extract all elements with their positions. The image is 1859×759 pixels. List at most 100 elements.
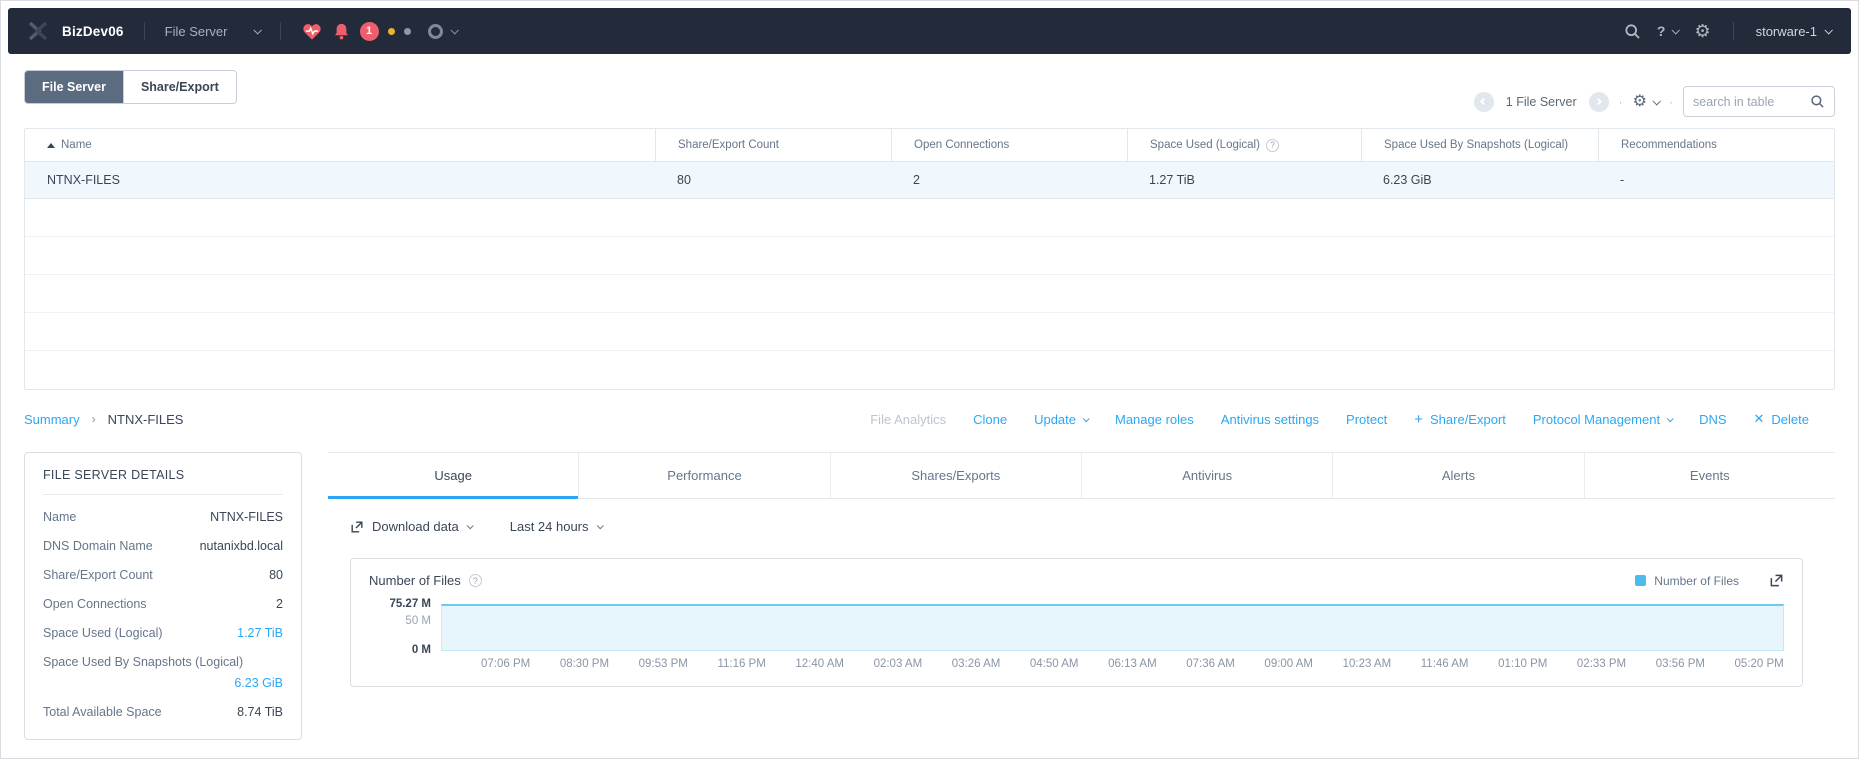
table-settings-dropdown[interactable]: ⚙	[1633, 93, 1661, 110]
breadcrumb-chevron-icon: ›	[91, 412, 96, 426]
antivirus-settings-link[interactable]: Antivirus settings	[1221, 412, 1319, 427]
alerts-bell-icon[interactable]	[332, 22, 351, 41]
column-header-space-used-snapshots[interactable]: Space Used By Snapshots (Logical)	[1361, 129, 1598, 161]
table-empty-row	[25, 351, 1834, 389]
time-range-dropdown[interactable]: Last 24 hours	[510, 519, 604, 534]
x-tick: 05:20 PM	[1734, 658, 1784, 670]
space-used-link[interactable]: 1.27 TiB	[237, 626, 283, 640]
dns-link[interactable]: DNS	[1699, 412, 1726, 427]
breadcrumb-summary-link[interactable]: Summary	[24, 412, 80, 427]
legend-label: Number of Files	[1654, 573, 1739, 588]
cell-open-connections: 2	[913, 173, 920, 187]
cell-share-export-count: 80	[677, 173, 691, 187]
detail-row-total-available-space: Total Available Space 8.74 TiB	[43, 705, 283, 719]
x-tick: 09:00 AM	[1264, 658, 1314, 670]
file-server-details-panel: FILE SERVER DETAILS Name NTNX-FILES DNS …	[24, 452, 302, 740]
tasks-ring-icon	[427, 23, 443, 39]
x-tick: 07:36 AM	[1186, 658, 1235, 670]
manage-roles-link[interactable]: Manage roles	[1115, 412, 1194, 427]
add-share-export-link[interactable]: + Share/Export	[1414, 412, 1506, 427]
x-tick: 03:56 PM	[1655, 658, 1705, 670]
column-header-share-export-count[interactable]: Share/Export Count	[655, 129, 891, 161]
clone-link[interactable]: Clone	[973, 412, 1007, 427]
chevron-down-icon	[1652, 96, 1661, 106]
detail-row-space-used-snapshots: Space Used By Snapshots (Logical) 6.23 G…	[43, 655, 283, 690]
table-header-row: Name Share/Export Count Open Connections…	[25, 129, 1834, 162]
page-next-button[interactable]	[1588, 91, 1609, 112]
settings-gear-icon[interactable]: ⚙	[1694, 22, 1710, 40]
warning-dot-icon[interactable]	[387, 27, 395, 35]
protect-link[interactable]: Protect	[1346, 412, 1387, 427]
protocol-management-dropdown[interactable]: Protocol Management	[1533, 412, 1674, 427]
download-data-dropdown[interactable]: Download data	[350, 519, 474, 534]
column-header-open-connections[interactable]: Open Connections	[891, 129, 1127, 161]
chart-y-axis: 75.27 M 50 M 0 M	[369, 598, 441, 656]
legend-swatch	[1635, 575, 1647, 586]
tab-file-server[interactable]: File Server	[25, 71, 123, 103]
help-circle-icon[interactable]: ?	[468, 574, 482, 587]
alert-count-badge[interactable]: 1	[359, 21, 379, 41]
x-tick: 02:33 PM	[1576, 658, 1627, 670]
plus-icon: +	[1414, 410, 1423, 428]
file-analytics-link: File Analytics	[870, 411, 947, 427]
detail-header-row: Summary › NTNX-FILES File Analytics Clon…	[24, 404, 1835, 434]
table-empty-row	[25, 199, 1834, 237]
user-menu[interactable]: storware-1	[1756, 24, 1833, 39]
x-tick: 11:16 PM	[717, 658, 766, 670]
tasks-ring-dropdown[interactable]	[427, 23, 459, 39]
health-heart-icon[interactable]	[301, 21, 323, 41]
page-context-dropdown[interactable]: File Server	[165, 24, 262, 39]
tab-antivirus[interactable]: Antivirus	[1080, 453, 1332, 498]
chart-title: Number of Files ?	[369, 573, 482, 588]
file-server-table: Name Share/Export Count Open Connections…	[24, 128, 1835, 390]
update-dropdown[interactable]: Update	[1034, 412, 1090, 427]
search-icon[interactable]	[1810, 94, 1825, 109]
table-search-box	[1683, 86, 1835, 117]
tab-alerts[interactable]: Alerts	[1332, 453, 1583, 498]
x-icon: ✕	[1753, 411, 1765, 426]
tab-shares-exports[interactable]: Shares/Exports	[829, 453, 1081, 498]
chevron-down-icon	[1082, 414, 1090, 422]
chevron-down-icon	[1671, 26, 1681, 35]
nutanix-logo-icon[interactable]	[28, 22, 48, 40]
number-of-files-chart-card: Number of Files ? Number of Files 75.27 …	[350, 558, 1803, 687]
info-dot-icon[interactable]	[403, 27, 411, 35]
detail-row-dns-domain: DNS Domain Name nutanixbd.local	[43, 539, 283, 553]
expand-chart-icon[interactable]	[1769, 573, 1784, 588]
cluster-name: BizDev06	[62, 23, 124, 39]
help-circle-icon[interactable]: ?	[1265, 138, 1279, 152]
x-tick: 08:30 PM	[559, 658, 610, 670]
chevron-down-icon	[1666, 414, 1674, 422]
table-empty-row	[25, 237, 1834, 275]
y-tick-min: 0 M	[411, 644, 431, 656]
x-tick: 02:03 AM	[873, 658, 923, 670]
cell-name[interactable]: NTNX-FILES	[25, 162, 655, 198]
x-tick: 07:06 PM	[481, 658, 531, 670]
cell-space-used: 1.27 TiB	[1149, 173, 1195, 187]
usage-toolbar: Download data Last 24 hours	[328, 519, 1835, 534]
table-search-input[interactable]	[1693, 94, 1804, 109]
snapshot-space-link[interactable]: 6.23 GiB	[234, 676, 283, 690]
detail-row-space-used: Space Used (Logical) 1.27 TiB	[43, 626, 283, 640]
column-header-name[interactable]: Name	[25, 129, 655, 161]
detail-row-open-connections: Open Connections 2	[43, 597, 283, 611]
divider	[279, 22, 281, 40]
entity-tab-group: File Server Share/Export	[24, 70, 237, 104]
page-prev-button[interactable]	[1473, 91, 1494, 112]
area-series-number-of-files[interactable]	[441, 604, 1784, 651]
chevron-down-icon	[596, 522, 604, 530]
column-header-recommendations[interactable]: Recommendations	[1598, 129, 1834, 161]
breadcrumb-current: NTNX-FILES	[107, 411, 184, 427]
tab-usage[interactable]: Usage	[328, 453, 579, 499]
tab-performance[interactable]: Performance	[578, 453, 829, 498]
help-menu[interactable]: ?	[1657, 23, 1681, 39]
search-icon[interactable]	[1624, 23, 1641, 40]
chart-plot-area: 75.27 M 50 M 0 M	[369, 598, 1784, 656]
tab-events[interactable]: Events	[1583, 453, 1835, 498]
tab-share-export[interactable]: Share/Export	[122, 71, 236, 103]
table-row[interactable]: NTNX-FILES 80 2 1.27 TiB 6.23 GiB -	[25, 162, 1834, 199]
chevron-down-icon	[1824, 26, 1833, 35]
column-header-space-used[interactable]: Space Used (Logical)?	[1127, 129, 1361, 161]
delete-link[interactable]: ✕ Delete	[1754, 411, 1809, 427]
x-tick: 03:26 AM	[951, 658, 1001, 670]
